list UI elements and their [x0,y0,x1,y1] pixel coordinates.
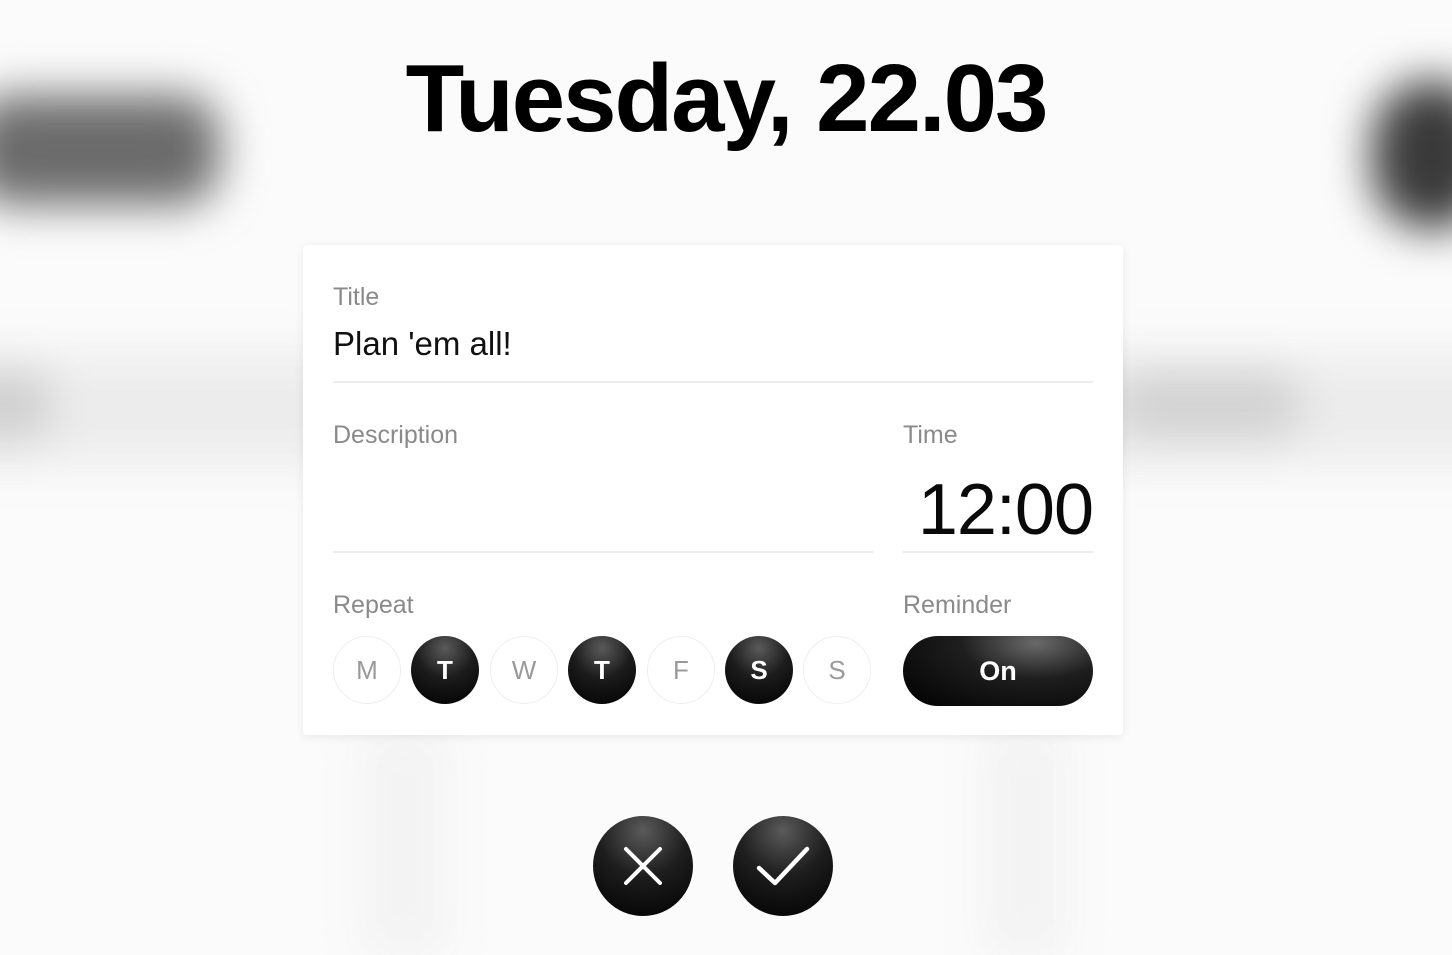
day-toggle-friday[interactable]: F [647,636,715,704]
background-shape-left-lower [0,370,50,440]
reminder-label: Reminder [903,591,1012,619]
day-toggle-saturday[interactable]: S [725,636,793,704]
repeat-day-picker: M T W T F S S [333,636,873,706]
time-label: Time [903,421,958,449]
description-underline [333,551,873,553]
description-label: Description [333,421,459,449]
title-underline [333,381,1093,383]
background-column [365,730,445,955]
time-field[interactable]: 12:00 [903,470,1094,550]
cancel-button[interactable] [593,816,693,916]
background-shape-right-lower [1112,370,1302,440]
app-screen: Tuesday, 22.03 Title Description Time 12… [0,0,1452,955]
event-form-card: Title Description Time 12:00 Repeat M T … [303,245,1123,735]
repeat-label: Repeat [333,591,414,619]
close-icon [624,847,662,885]
day-toggle-sunday[interactable]: S [803,636,871,704]
reminder-toggle[interactable]: On [903,636,1093,706]
description-input[interactable] [333,467,873,547]
time-underline [903,551,1093,553]
title-label: Title [333,283,380,311]
background-column [985,730,1065,955]
day-toggle-monday[interactable]: M [333,636,401,704]
confirm-button[interactable] [733,816,833,916]
day-toggle-thursday[interactable]: T [568,636,636,704]
checkmark-icon [756,846,810,886]
date-heading: Tuesday, 22.03 [405,45,1049,152]
day-toggle-tuesday[interactable]: T [411,636,479,704]
title-input[interactable] [333,325,1093,363]
day-toggle-wednesday[interactable]: W [490,636,558,704]
